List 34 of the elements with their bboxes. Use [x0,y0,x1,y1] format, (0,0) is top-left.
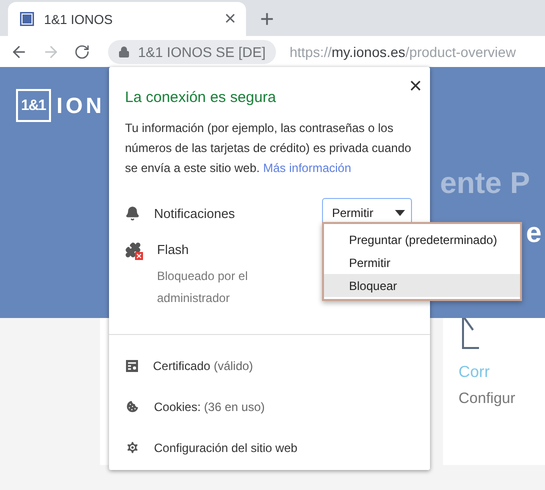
certificate-icon [125,358,139,372]
menu-option[interactable]: Permitir [324,251,520,274]
popup-title: La conexión es segura [125,89,276,106]
menu-option[interactable]: Bloquear [324,274,520,297]
permission-label: Notificaciones [154,206,236,220]
permission-note: Bloqueado por el administrador [157,268,249,307]
logo-text: ION [56,92,105,118]
blocked-plugin-icon [125,242,143,260]
url-text[interactable]: https://my.ionos.es/product-overview [290,44,516,60]
cookie-icon [125,399,140,414]
tab-title: 1&1 IONOS [44,12,114,26]
site-info-link[interactable]: Certificado (válido) [109,345,270,386]
logo-mark: 1&1 [16,89,51,122]
permission-label: Flash [157,242,190,257]
menu-option[interactable]: Preguntar (predeterminado) [324,228,520,251]
lock-icon [118,46,130,58]
security-description: Tu información (por ejemplo, las contraseñas o los números de las tarjetas de crédito) es privada cuando se envía a este sitio web. Más información [125,120,412,177]
site-info-link[interactable]: Configuración del sitio web [109,427,314,468]
browser-tab[interactable]: 1&1 IONOS × [8,2,246,36]
close-button[interactable]: × [409,75,422,97]
bell-icon [125,206,140,220]
caret-icon [395,210,405,216]
favicon-icon [20,12,34,26]
more-info-link[interactable]: Más información [263,161,352,175]
settings-icon [125,440,140,455]
card-title: Corr [458,364,490,382]
site-info-link[interactable]: Cookies: (36 en uso) [109,386,281,427]
page-heading: ente P [440,167,530,201]
close-tab-button[interactable]: × [224,9,236,29]
site-info-button[interactable]: 1&1 IONOS SE [DE] [108,40,276,64]
section-heading: e [526,217,542,249]
card-text: Configur [458,390,516,407]
reload-button[interactable] [74,44,90,60]
new-tab-button[interactable]: + [260,8,274,32]
